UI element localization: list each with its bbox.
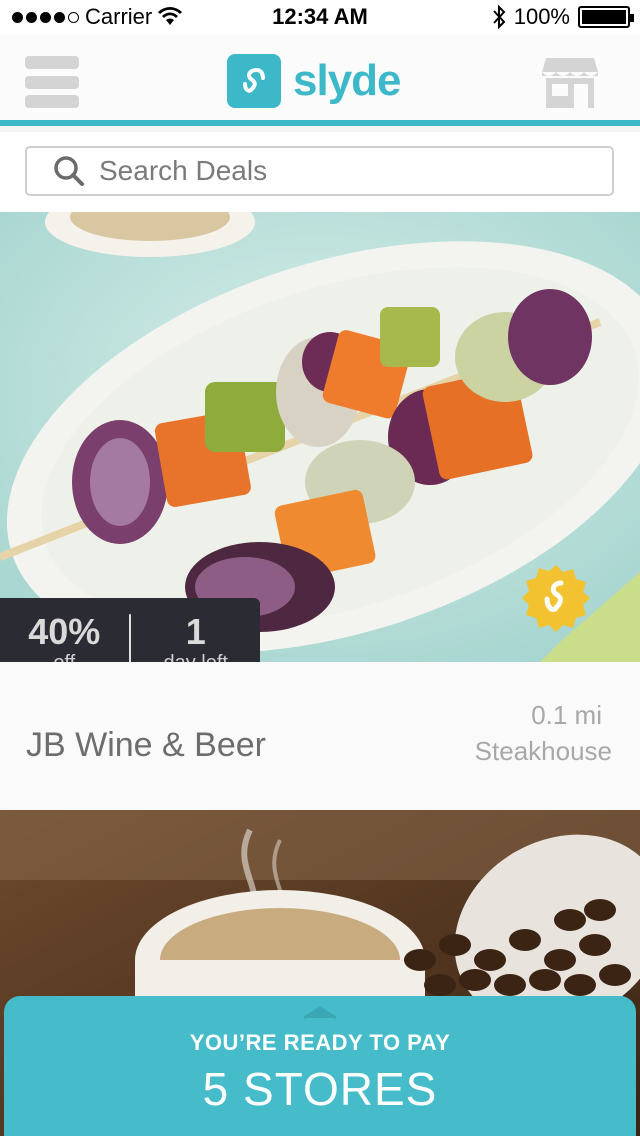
slyde-deal-seal-icon xyxy=(521,563,591,633)
logo-text: slyde xyxy=(293,56,402,105)
battery-icon xyxy=(578,6,634,28)
store-distance: 0.1 mi xyxy=(531,700,602,730)
slyde-logo-icon xyxy=(227,54,281,108)
deal-info[interactable]: JB Wine & Beer 0.1 mi Steakhouse xyxy=(0,662,640,810)
search-icon xyxy=(54,156,84,186)
app-logo: slyde xyxy=(227,54,402,108)
search-field[interactable] xyxy=(25,146,614,196)
pay-panel[interactable]: YOU’RE READY TO PAY 5 STORES xyxy=(4,996,636,1136)
days-value: 1 xyxy=(185,610,206,652)
nav-bar: slyde xyxy=(0,34,640,126)
pay-title: YOU’RE READY TO PAY xyxy=(189,1030,451,1055)
search-area xyxy=(0,132,640,212)
search-input[interactable] xyxy=(99,155,579,187)
pay-store-count: 5 STORES xyxy=(202,1063,438,1115)
status-bar: Carrier 12:34 AM 100% xyxy=(0,0,640,34)
chevron-up-icon[interactable] xyxy=(300,1004,340,1020)
store-name: JB Wine & Beer xyxy=(26,726,266,764)
store-category: Steakhouse xyxy=(474,736,612,766)
discount-value: 40% xyxy=(28,610,101,652)
battery-percent: 100% xyxy=(513,4,570,29)
hamburger-icon[interactable] xyxy=(25,56,79,108)
bluetooth-icon xyxy=(492,5,506,29)
storefront-icon[interactable] xyxy=(540,56,600,110)
